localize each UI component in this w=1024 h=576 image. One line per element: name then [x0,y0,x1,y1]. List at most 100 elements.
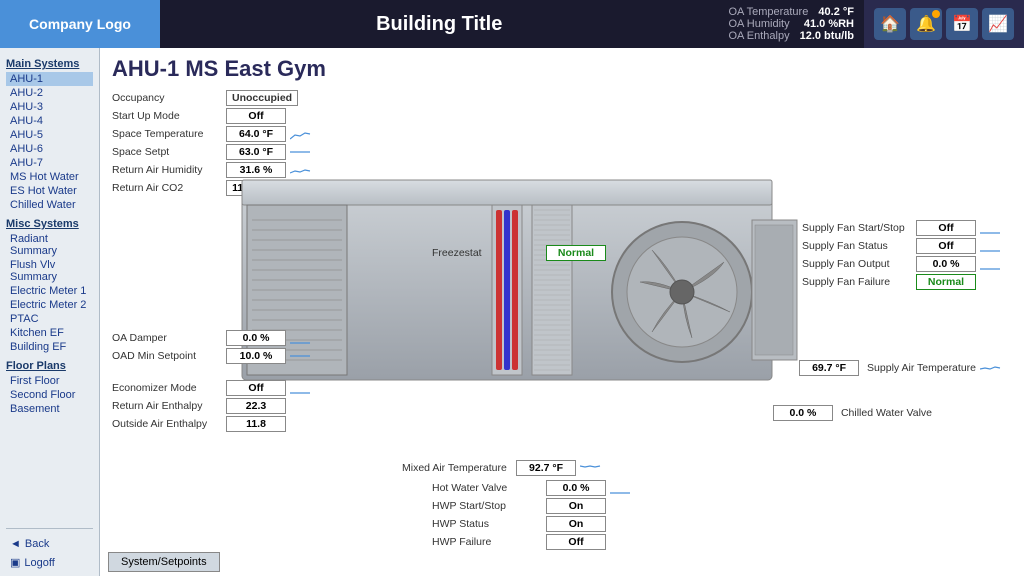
sidebar-item-kitchen-ef[interactable]: Kitchen EF [6,326,93,340]
back-label: Back [25,538,49,550]
supply-fan-group: Supply Fan Start/Stop Off Supply Fan Sta… [802,220,1002,292]
main-layout: Main Systems AHU-1 AHU-2 AHU-3 AHU-4 AHU… [0,48,1024,576]
sidebar-item-ahu6[interactable]: AHU-6 [6,142,93,156]
sidebar-item-ahu2[interactable]: AHU-2 [6,86,93,100]
fan-status-value[interactable]: Off [916,238,976,254]
sidebar-item-es-hot-water[interactable]: ES Hot Water [6,184,93,198]
oad-min-value[interactable]: 10.0 % [226,348,286,364]
hw-valve-label: Hot Water Valve [432,482,542,494]
supply-air-value[interactable]: 69.7 °F [799,360,859,376]
oa-enthalpy-value: 12.0 btu/lb [800,30,854,42]
hwp-status-value[interactable]: On [546,516,606,532]
hwp-start-value[interactable]: On [546,498,606,514]
floor-plans-header[interactable]: Floor Plans [6,360,93,372]
oa-damper-label: OA Damper [112,332,222,344]
fan-output-value[interactable]: 0.0 % [916,256,976,272]
supply-air-graph [980,361,1002,375]
fan-start-graph [980,221,1002,235]
mixed-air-label: Mixed Air Temperature [402,462,512,474]
sidebar-item-ahu5[interactable]: AHU-5 [6,128,93,142]
oad-min-graph [290,349,312,363]
sidebar-item-ms-hot-water[interactable]: MS Hot Water [6,170,93,184]
sidebar-item-flush-vlv[interactable]: Flush Vlv Summary [6,258,93,284]
hot-water-group: Hot Water Valve 0.0 % HWP Start/Stop On … [432,480,632,552]
mixed-air-value[interactable]: 92.7 °F [516,460,576,476]
sidebar-item-building-ef[interactable]: Building EF [6,340,93,354]
oa-temp-label: OA Temperature [728,6,808,18]
sidebar-item-basement[interactable]: Basement [6,402,93,416]
building-title: Building Title [160,0,718,48]
fan-failure-label: Supply Fan Failure [802,276,912,288]
header: Company Logo Building Title OA Temperatu… [0,0,1024,48]
oa-temp-value: 40.2 °F [818,6,854,18]
fan-status-graph [980,239,1002,253]
sidebar-item-radiant[interactable]: Radiant Summary [6,232,93,258]
hwp-failure-value[interactable]: Off [546,534,606,550]
content-area: AHU-1 MS East Gym Occupancy Unoccupied S… [100,48,1024,576]
oad-min-label: OAD Min Setpoint [112,350,222,362]
damper-group: OA Damper 0.0 % OAD Min Setpoint 10.0 % [112,330,312,366]
oa-enthalpy-label: OA Enthalpy [728,30,789,42]
logoff-label: Logoff [24,557,54,569]
econ-mode-label: Economizer Mode [112,382,222,394]
oa-data-panel: OA Temperature 40.2 °F OA Humidity 41.0 … [718,0,864,48]
oa-humidity-label: OA Humidity [728,18,789,30]
back-icon: ◄ [10,538,21,550]
economizer-group: Economizer Mode Off Return Air Enthalpy … [112,380,312,434]
oa-damper-value[interactable]: 0.0 % [226,330,286,346]
sidebar-item-ahu4[interactable]: AHU-4 [6,114,93,128]
startup-label: Start Up Mode [112,110,222,122]
fan-output-graph [980,257,1002,271]
econ-mode-value[interactable]: Off [226,380,286,396]
oa-damper-graph [290,331,312,345]
home-icon[interactable]: 🏠 [874,8,906,40]
return-enthalpy-value[interactable]: 22.3 [226,398,286,414]
misc-systems-header[interactable]: Misc Systems [6,218,93,230]
system-setpoints-tab[interactable]: System/Setpoints [108,552,220,572]
return-co2-label: Return Air CO2 [112,182,222,194]
hwp-status-label: HWP Status [432,518,542,530]
company-logo: Company Logo [0,0,160,48]
freezestat-label: Freezestat [432,247,542,259]
bottom-bar: System/Setpoints [100,548,228,576]
hw-valve-value[interactable]: 0.0 % [546,480,606,496]
freezestat-group: Freezestat Normal [432,245,606,263]
header-icons: 🏠 🔔 📅 📈 [864,0,1024,48]
sidebar-item-ptac[interactable]: PTAC [6,312,93,326]
sidebar: Main Systems AHU-1 AHU-2 AHU-3 AHU-4 AHU… [0,48,100,576]
logoff-button[interactable]: ▣ Logoff [6,553,93,572]
calendar-icon[interactable]: 📅 [946,8,978,40]
fan-failure-value[interactable]: Normal [916,274,976,290]
return-humidity-label: Return Air Humidity [112,164,222,176]
ahu-area: Occupancy Unoccupied Start Up Mode Off S… [112,90,1012,570]
sidebar-item-electric1[interactable]: Electric Meter 1 [6,284,93,298]
sidebar-item-ahu7[interactable]: AHU-7 [6,156,93,170]
sidebar-item-second-floor[interactable]: Second Floor [6,388,93,402]
return-enthalpy-label: Return Air Enthalpy [112,400,222,412]
outside-enthalpy-value[interactable]: 11.8 [226,416,286,432]
chilled-water-value[interactable]: 0.0 % [773,405,833,421]
sidebar-bottom: ◄ Back ▣ Logoff [6,528,93,572]
freezestat-value[interactable]: Normal [546,245,606,261]
occupancy-value[interactable]: Unoccupied [226,90,298,106]
fan-status-label: Supply Fan Status [802,240,912,252]
fan-start-stop-value[interactable]: Off [916,220,976,236]
chart-icon[interactable]: 📈 [982,8,1014,40]
supply-air-group: 69.7 °F Supply Air Temperature [799,360,1002,378]
main-systems-header[interactable]: Main Systems [6,58,93,70]
sidebar-item-ahu3[interactable]: AHU-3 [6,100,93,114]
sidebar-item-ahu1[interactable]: AHU-1 [6,72,93,86]
sidebar-item-first-floor[interactable]: First Floor [6,374,93,388]
chilled-water-group: 0.0 % Chilled Water Valve [773,405,932,423]
supply-air-label: Supply Air Temperature [867,362,976,374]
sidebar-item-electric2[interactable]: Electric Meter 2 [6,298,93,312]
fan-start-stop-label: Supply Fan Start/Stop [802,222,912,234]
outside-enthalpy-label: Outside Air Enthalpy [112,418,222,430]
hw-valve-graph [610,481,632,495]
back-button[interactable]: ◄ Back [6,535,93,553]
page-title: AHU-1 MS East Gym [112,56,1012,82]
hwp-start-label: HWP Start/Stop [432,500,542,512]
oa-humidity-value: 41.0 %RH [804,18,854,30]
bell-icon[interactable]: 🔔 [910,8,942,40]
sidebar-item-chilled-water[interactable]: Chilled Water [6,198,93,212]
